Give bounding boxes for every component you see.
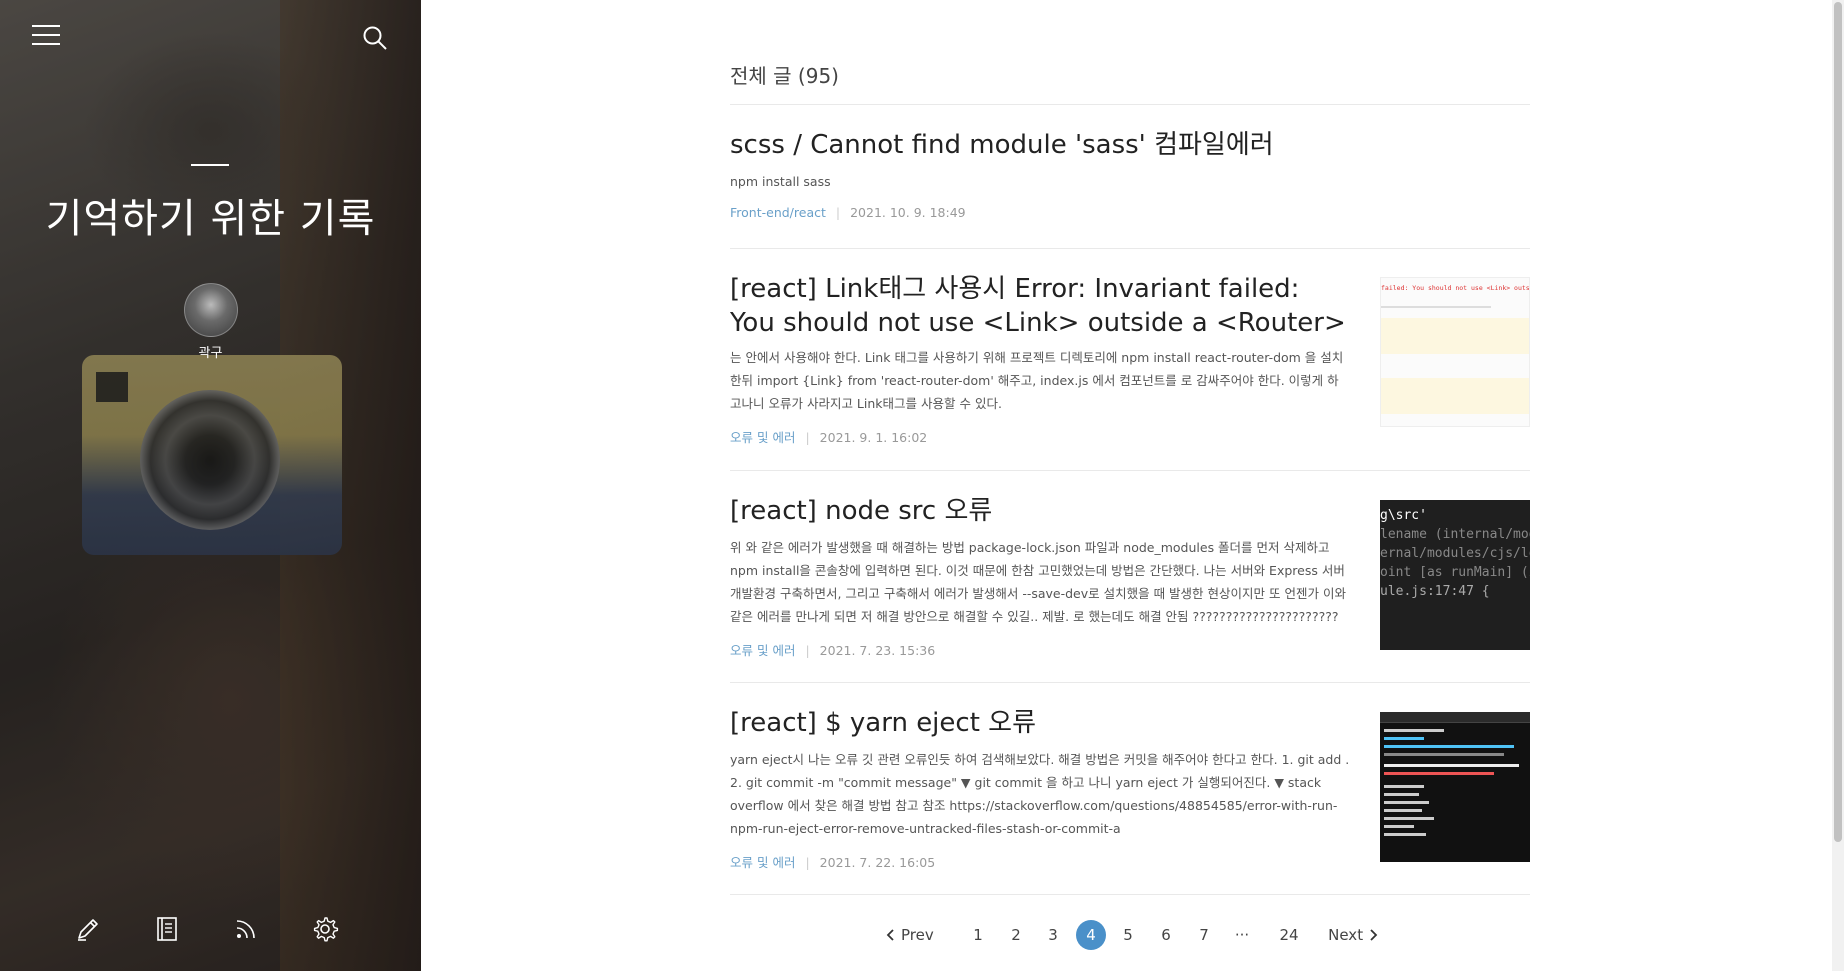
scrollbar-thumb[interactable] — [1834, 2, 1842, 842]
post-excerpt: 는 안에서 사용해야 한다. Link 태그를 사용하기 위해 프로젝트 디렉토… — [730, 350, 1344, 411]
meta-separator: | — [805, 643, 810, 658]
post-category[interactable]: 오류 및 에러 — [730, 855, 795, 870]
page-link-2[interactable]: 2 — [1006, 920, 1026, 950]
post-category[interactable]: Front-end/react — [730, 205, 826, 220]
post-date: 2021. 9. 1. 16:02 — [819, 430, 928, 445]
post-title[interactable]: scss / Cannot find module 'sass' 컴파일에러 — [730, 128, 1530, 162]
post-meta: 오류 및 에러 | 2021. 7. 22. 16:05 — [730, 852, 1350, 871]
divider — [730, 248, 1530, 249]
post-item[interactable]: [react] $ yarn eject 오류 yarn eject시 나는 오… — [730, 706, 1530, 871]
post-excerpt: npm install sass — [730, 174, 831, 189]
post-thumbnail[interactable]: g\src' lename (internal/modu ernal/modul… — [1380, 500, 1530, 650]
sidebar-overlay — [0, 0, 421, 971]
notebook-icon[interactable] — [153, 915, 183, 945]
post-date: 2021. 7. 23. 15:36 — [819, 643, 936, 658]
divider — [730, 104, 1530, 105]
hamburger-icon[interactable] — [32, 25, 60, 47]
rss-icon[interactable] — [232, 915, 262, 945]
post-excerpt: yarn eject시 나는 오류 깃 관련 오류인듯 하여 검색해보았다. 해… — [730, 752, 1350, 836]
thumbnail-line: oint [as runMain] (in — [1380, 565, 1530, 580]
meta-separator: | — [805, 855, 810, 870]
thumbnail-line: ernal/modules/cjs/loa — [1380, 546, 1530, 561]
pagination-next[interactable]: Next — [1328, 920, 1378, 950]
page-link-1[interactable]: 1 — [968, 920, 988, 950]
chevron-right-icon — [1370, 929, 1378, 941]
pagination-prev[interactable]: Prev — [882, 920, 938, 950]
nickname: 곽구 — [198, 346, 223, 361]
gear-icon[interactable] — [311, 915, 341, 945]
sidebar: 기억하기 위한 기록 곽구 — [0, 0, 421, 971]
post-item[interactable]: [react] Link태그 사용시 Error: Invariant fail… — [730, 272, 1530, 446]
divider — [730, 470, 1530, 471]
post-meta: 오류 및 에러 | 2021. 9. 1. 16:02 — [730, 427, 1350, 446]
page-link-current[interactable]: 4 — [1076, 920, 1106, 950]
post-meta: 오류 및 에러 | 2021. 7. 23. 15:36 — [730, 640, 1350, 659]
divider — [730, 894, 1530, 895]
post-title[interactable]: [react] Link태그 사용시 Error: Invariant fail… — [730, 272, 1350, 340]
thumbnail-line: g\src' — [1380, 508, 1427, 523]
avatar[interactable] — [184, 283, 238, 337]
post-category[interactable]: 오류 및 에러 — [730, 430, 795, 445]
post-date: 2021. 7. 22. 16:05 — [819, 855, 936, 870]
section-title: 전체 글 (95) — [730, 64, 839, 88]
post-thumbnail[interactable] — [1380, 712, 1530, 862]
page-link-3[interactable]: 3 — [1043, 920, 1063, 950]
page-ellipsis: ··· — [1234, 926, 1250, 944]
post-category[interactable]: 오류 및 에러 — [730, 643, 795, 658]
page-link-6[interactable]: 6 — [1156, 920, 1176, 950]
post-item[interactable]: [react] node src 오류 위 와 같은 에러가 발생했을 때 해결… — [730, 494, 1530, 659]
thumbnail-line: lename (internal/modu — [1380, 527, 1530, 542]
post-excerpt: 위 와 같은 에러가 발생했을 때 해결하는 방법 package-lock.j… — [730, 540, 1346, 624]
vertical-scrollbar[interactable] — [1832, 0, 1844, 971]
search-icon[interactable] — [362, 25, 388, 51]
thumbnail-line: ule.js:17:47 { — [1380, 584, 1490, 599]
meta-separator: | — [835, 205, 841, 220]
pagination: Prev 1 2 3 4 5 6 7 ··· 24 Next — [730, 920, 1530, 952]
post-item[interactable]: scss / Cannot find module 'sass' 컴파일에러 n… — [730, 128, 1530, 220]
thumbnail-text: failed: You should not use <Link> outsid… — [1381, 284, 1530, 292]
title-divider — [191, 164, 229, 166]
pencil-icon[interactable] — [74, 915, 104, 945]
sidebar-toolbar — [0, 915, 421, 947]
next-label: Next — [1328, 926, 1364, 944]
page-link-7[interactable]: 7 — [1194, 920, 1214, 950]
post-thumbnail[interactable]: failed: You should not use <Link> outsid… — [1380, 277, 1530, 427]
divider — [730, 682, 1530, 683]
main-content-area: 전체 글 (95) scss / Cannot find module 'sas… — [421, 0, 1844, 971]
blog-title[interactable]: 기억하기 위한 기록 — [0, 186, 421, 244]
page-link-24[interactable]: 24 — [1276, 920, 1302, 950]
meta-separator: | — [805, 430, 810, 445]
prev-label: Prev — [901, 926, 934, 944]
post-date: 2021. 10. 9. 18:49 — [850, 205, 966, 220]
post-meta: Front-end/react | 2021. 10. 9. 18:49 — [730, 205, 1530, 220]
page-link-5[interactable]: 5 — [1118, 920, 1138, 950]
post-title[interactable]: [react] node src 오류 — [730, 494, 1350, 528]
chevron-left-icon — [886, 929, 894, 941]
post-title[interactable]: [react] $ yarn eject 오류 — [730, 706, 1350, 740]
